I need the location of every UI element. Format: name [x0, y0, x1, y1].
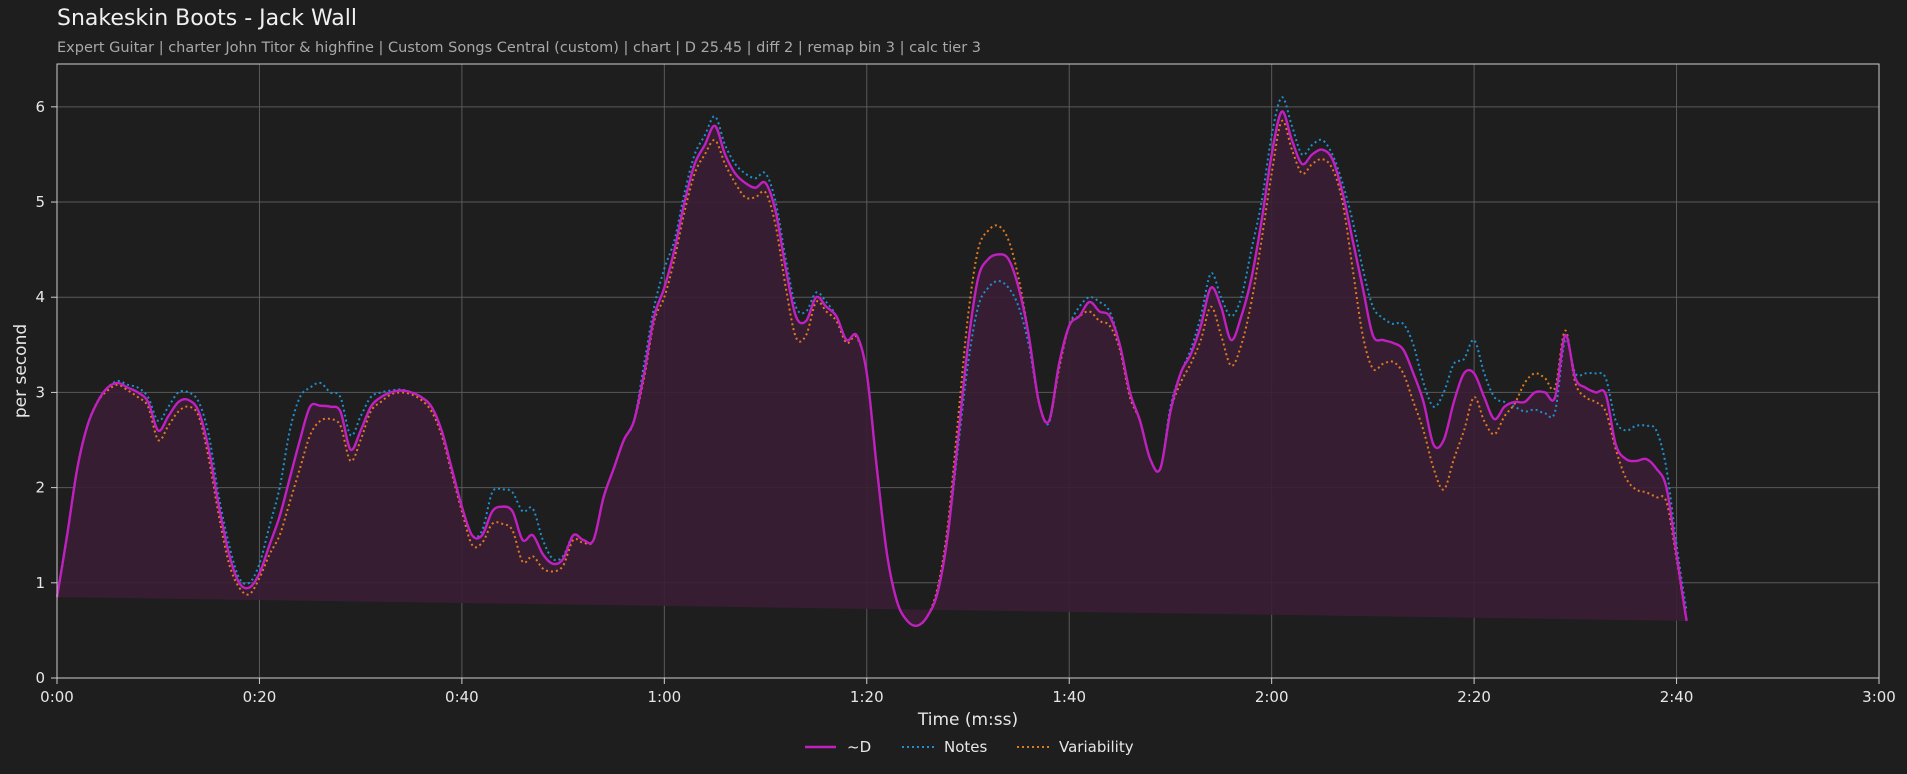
y-tick-label: 3 [35, 383, 45, 401]
y-tick-label: 0 [35, 669, 45, 687]
y-axis-label: per second [11, 324, 31, 418]
x-tick-label: 3:00 [1862, 688, 1896, 706]
x-tick-label: 1:00 [647, 688, 681, 706]
legend-notes-label: Notes [944, 738, 988, 756]
x-tick-label: 1:40 [1052, 688, 1086, 706]
y-axis-ticks: 0 1 2 3 4 5 6 [35, 98, 57, 687]
legend-d-label: ~D [847, 738, 871, 756]
y-tick-label: 4 [35, 288, 45, 306]
legend-variability-label: Variability [1059, 738, 1134, 756]
x-tick-label: 0:20 [243, 688, 277, 706]
x-tick-label: 0:40 [445, 688, 479, 706]
x-tick-label: 0:00 [40, 688, 74, 706]
x-axis-label: Time (m:ss) [917, 710, 1018, 730]
y-tick-label: 2 [35, 479, 45, 497]
x-tick-label: 1:20 [850, 688, 884, 706]
x-axis-ticks: 0:00 0:20 0:40 1:00 1:20 1:40 2:00 2:20 2:40 3:00 [40, 678, 1896, 706]
y-tick-label: 1 [35, 574, 45, 592]
chart-svg: 0:00 0:20 0:40 1:00 1:20 1:40 2:00 2:20 2:40 3:00… [11, 63, 1896, 756]
x-tick-label: 2:00 [1255, 688, 1289, 706]
legend: ~D Notes Variability [805, 738, 1134, 756]
x-tick-label: 2:20 [1457, 688, 1491, 706]
y-tick-label: 6 [35, 98, 45, 116]
x-tick-label: 2:40 [1660, 688, 1694, 706]
y-tick-label: 5 [35, 193, 45, 211]
